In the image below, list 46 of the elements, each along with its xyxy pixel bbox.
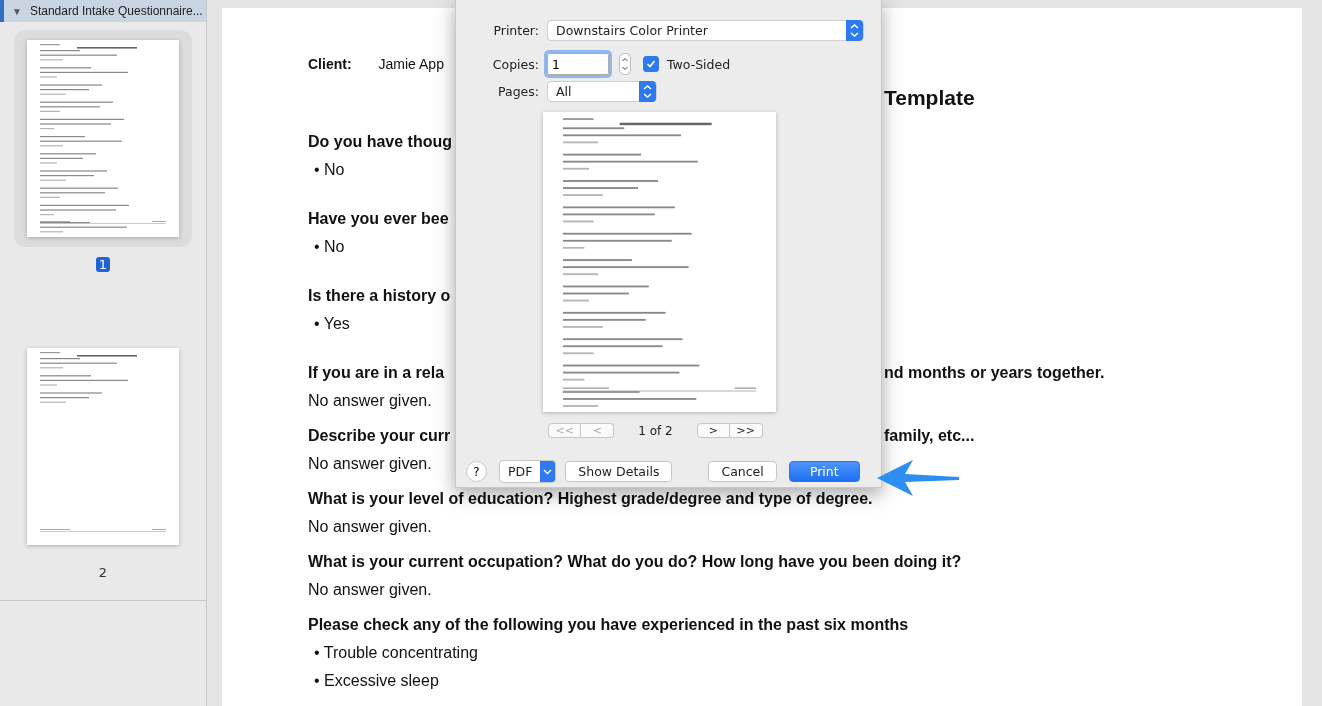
answer-text: No answer given. — [308, 454, 432, 474]
pages-select[interactable]: All — [547, 81, 657, 102]
answer-text: • No — [313, 237, 345, 257]
copies-field[interactable]: 1 — [547, 53, 609, 75]
question-text: What is your level of education? Highest grade/degree and type of degree. — [308, 489, 873, 509]
answer-text: • Excessive sleep — [313, 671, 439, 691]
question-text: nd months or years together. — [884, 363, 1105, 383]
client-label: Client: — [308, 56, 352, 72]
copies-label: Copies: — [491, 56, 539, 72]
client-name: Jamie App — [378, 56, 444, 72]
page-number: 2 — [97, 565, 109, 580]
question-text: Please check any of the following you have experienced in the past six months — [308, 615, 909, 635]
cancel-button[interactable]: Cancel — [708, 461, 777, 482]
pager-button[interactable]: > — [696, 423, 730, 438]
document-title-text: Template — [884, 86, 975, 110]
printer-label: Printer: — [492, 23, 539, 38]
stepper-icon[interactable] — [619, 53, 631, 75]
question-text: Is there a history o — [308, 286, 451, 306]
two-sided-checkbox[interactable] — [643, 56, 659, 72]
pdf-menu-button[interactable]: PDF — [499, 460, 557, 483]
disclosure-triangle-icon[interactable]: ▼ — [12, 5, 22, 17]
question-text: What is your current occupation? What do you do? How long have you been doing it? — [308, 552, 962, 572]
print-button[interactable]: Print — [788, 461, 860, 482]
answer-text: No answer given. — [308, 391, 432, 411]
printer-select[interactable]: Downstairs Color Printer — [547, 20, 864, 41]
checkmark-icon — [646, 59, 656, 69]
show-details-button[interactable]: Show Details — [565, 461, 673, 482]
answer-text: • Trouble concentrating — [313, 643, 478, 663]
question-text: If you are in a rela — [308, 363, 445, 383]
page-position: 1 of 2 — [638, 423, 673, 438]
question-text: Describe your curr — [308, 426, 451, 446]
question-text: family, etc... — [884, 426, 975, 446]
answer-text: No answer given. — [308, 580, 432, 600]
question-text: Have you ever bee — [308, 209, 449, 229]
arrow-icon — [875, 458, 961, 498]
page-number: 1 — [95, 257, 111, 272]
question-text: Do you have thoug — [308, 132, 452, 152]
two-sided-label: Two-Sided — [667, 56, 731, 72]
pages-label: Pages: — [497, 84, 539, 99]
document-title[interactable]: Standard Intake Questionnaire... — [29, 4, 203, 18]
pager-button[interactable]: >> — [729, 423, 763, 438]
page-thumbnail[interactable] — [14, 30, 192, 247]
answer-text: No answer given. — [308, 517, 432, 537]
answer-text: • No — [313, 160, 345, 180]
help-button[interactable]: ? — [466, 461, 487, 482]
answer-text: • Yes — [313, 314, 350, 334]
